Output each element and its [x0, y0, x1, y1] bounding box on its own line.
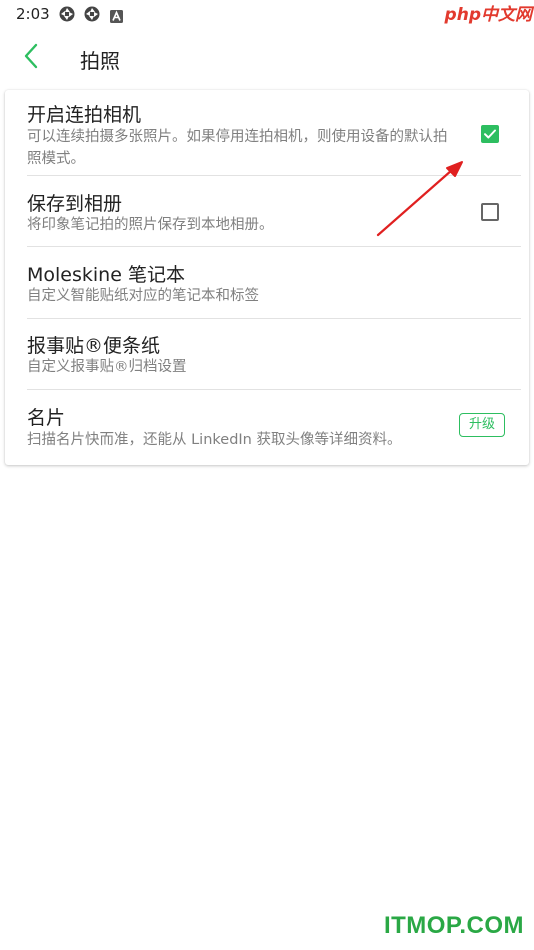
setting-subtitle: 可以连续拍摄多张照片。如果停用连拍相机，则使用设备的默认拍照模式。 [27, 129, 448, 167]
app-bar: 拍照 [0, 28, 534, 88]
burst-camera-checkbox[interactable] [481, 125, 499, 143]
watermark-itmop: ITMOP.COM [383, 912, 524, 939]
setting-title: Moleskine 笔记本 [27, 264, 185, 286]
setting-title: 保存到相册 [27, 193, 123, 215]
setting-title: 报事贴®便条纸 [27, 335, 161, 357]
aperture-icon [59, 6, 75, 22]
aperture-icon [84, 6, 100, 22]
settings-card: 开启连拍相机 可以连续拍摄多张照片。如果停用连拍相机，则使用设备的默认拍照模式。… [5, 90, 529, 465]
setting-post-it[interactable]: 报事贴®便条纸 自定义报事贴®归档设置 [5, 318, 529, 389]
watermark-cn-text: 中文网 [481, 5, 532, 25]
watermark-php-text: php [444, 5, 481, 25]
setting-subtitle: 将印象笔记拍的照片保存到本地相册。 [27, 217, 274, 233]
status-time: 2:03 [16, 5, 50, 23]
chevron-left-icon [23, 43, 39, 73]
setting-subtitle: 自定义智能贴纸对应的笔记本和标签 [27, 288, 259, 304]
setting-business-card[interactable]: 名片 扫描名片快而准，还能从 LinkedIn 获取头像等详细资料。 升级 [5, 389, 529, 465]
back-button[interactable] [14, 40, 48, 76]
setting-burst-camera[interactable]: 开启连拍相机 可以连续拍摄多张照片。如果停用连拍相机，则使用设备的默认拍照模式。 [5, 90, 529, 176]
setting-subtitle: 自定义报事贴®归档设置 [27, 359, 187, 375]
page-title: 拍照 [80, 49, 120, 73]
setting-title: 名片 [27, 407, 66, 429]
setting-moleskine[interactable]: Moleskine 笔记本 自定义智能贴纸对应的笔记本和标签 [5, 247, 529, 318]
setting-save-to-album[interactable]: 保存到相册 将印象笔记拍的照片保存到本地相册。 [5, 176, 529, 247]
setting-subtitle: 扫描名片快而准，还能从 LinkedIn 获取头像等详细资料。 [27, 432, 402, 448]
setting-title: 开启连拍相机 [27, 104, 142, 126]
checkmark-icon [484, 129, 496, 139]
upgrade-button[interactable]: 升级 [459, 413, 505, 437]
a-notification-icon [110, 8, 126, 24]
save-to-album-checkbox[interactable] [481, 203, 499, 221]
watermark-php: php中文网 [445, 0, 532, 25]
